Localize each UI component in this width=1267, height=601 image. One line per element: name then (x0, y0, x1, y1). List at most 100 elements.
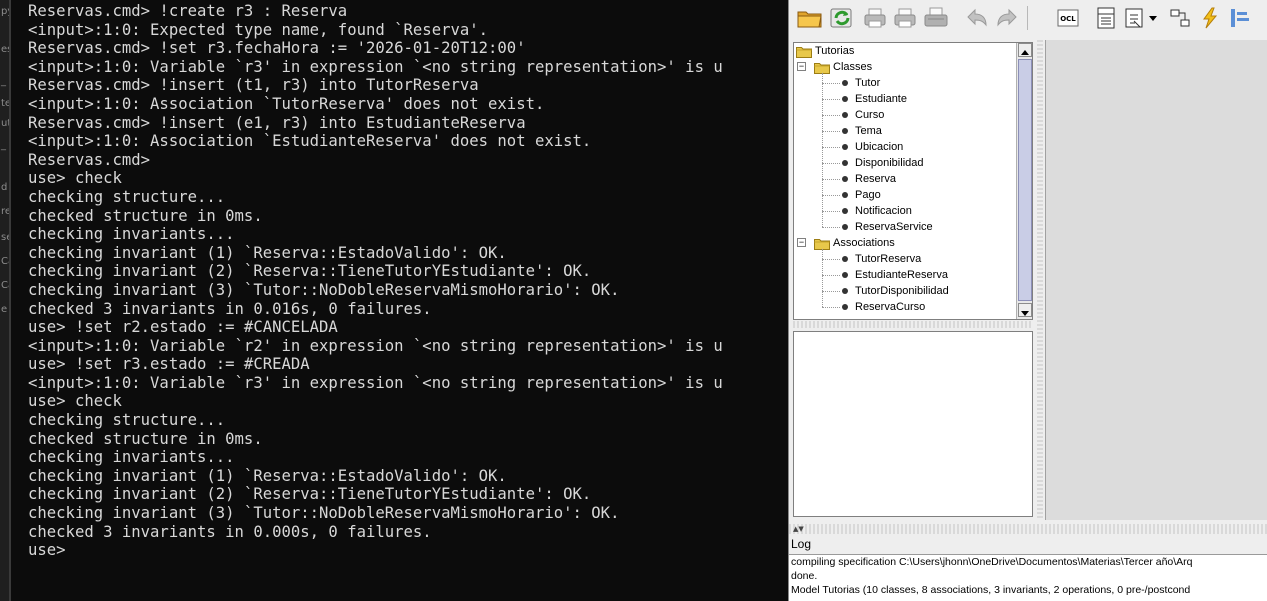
tree-item-label: Tutor (855, 77, 881, 89)
strip-fragment: e (1, 304, 8, 315)
tree-item[interactable]: Curso (842, 107, 884, 123)
terminal-line: checked structure in 0ms. (28, 206, 263, 225)
terminal-line: checked structure in 0ms. (28, 429, 263, 448)
tree-leaf-icon (842, 256, 848, 262)
collapse-toggle-icon[interactable]: − (797, 62, 806, 71)
tree-item[interactable]: TutorReserva (842, 251, 921, 267)
tree-connector (822, 179, 840, 180)
tree-connector (822, 259, 840, 260)
tree-leaf-icon (842, 224, 848, 230)
tree-leaf-icon (842, 160, 848, 166)
details-panel (793, 331, 1033, 517)
print-view-icon[interactable] (891, 4, 919, 32)
scroll-up-arrow[interactable] (1018, 43, 1032, 57)
terminal-line: Reservas.cmd> (28, 150, 151, 169)
tree-leaf-icon (842, 112, 848, 118)
redo-icon[interactable] (993, 4, 1021, 32)
class-diagram-icon[interactable] (1093, 4, 1119, 32)
tree-connector (822, 211, 840, 212)
terminal-line: <input>:1:0: Association `EstudianteRese… (28, 132, 592, 151)
tree-item[interactable]: TutorDisponibilidad (842, 283, 949, 299)
vertical-splitter[interactable] (1037, 40, 1043, 520)
open-folder-icon[interactable] (795, 4, 825, 32)
tree-connector (822, 131, 840, 132)
terminal-console[interactable]: Reservas.cmd> !create r3 : Reserva <input… (11, 0, 788, 601)
tree-item-label: Reserva (855, 173, 896, 185)
terminal-line: checked 3 invariants in 0.016s, 0 failur… (28, 299, 432, 318)
tree-connector (822, 99, 840, 100)
strip-fragment: d (1, 182, 8, 193)
tree-item-label: ReservaService (855, 221, 933, 233)
terminal-line: Reservas.cmd> !insert (e1, r3) into Estu… (28, 113, 526, 132)
tree-root[interactable]: Tutorias (796, 43, 854, 59)
tree-splitter[interactable] (793, 321, 1033, 328)
tree-item-label: TutorDisponibilidad (855, 285, 949, 297)
tree-root-label: Tutorias (815, 45, 855, 57)
terminal-line: checking invariant (1) `Reserva::EstadoV… (28, 243, 507, 262)
terminal-line: checking invariant (3) `Tutor::NoDobleRe… (28, 280, 620, 299)
tree-item[interactable]: Notificacion (842, 203, 912, 219)
tree-connector (822, 227, 840, 228)
tree-section-label: Classes (833, 61, 873, 73)
terminal-line: checking structure... (28, 187, 226, 206)
tree-leaf-icon (842, 96, 848, 102)
terminal-line: <input>:1:0: Variable `r3' in expression… (28, 57, 723, 76)
tree-item-label: Notificacion (855, 205, 912, 217)
log-splitter[interactable]: ▲▼ (789, 524, 1267, 534)
tree-item-label: Estudiante (855, 93, 907, 105)
model-browser-tree[interactable]: Tutorias − Classes Tutor Estudiante Curso Tema… (793, 42, 1033, 320)
tree-item[interactable]: Estudiante (842, 91, 907, 107)
toolbar: OCL (789, 0, 1267, 36)
object-diagram-icon[interactable] (1123, 4, 1161, 32)
tree-item[interactable]: Tema (842, 123, 882, 139)
tree-item-label: Pago (855, 189, 881, 201)
terminal-line: <input>:1:0: Variable `r2' in expression… (28, 336, 723, 355)
log-line: compiling specification C:\Users\jhonn\O… (791, 556, 1193, 568)
reload-icon[interactable] (827, 4, 857, 32)
tree-item[interactable]: Disponibilidad (842, 155, 924, 171)
tree-item[interactable]: EstudianteReserva (842, 267, 948, 283)
scroll-down-arrow[interactable] (1018, 303, 1032, 317)
communication-diagram-icon[interactable] (1227, 4, 1253, 32)
tree-item[interactable]: Ubicacion (842, 139, 903, 155)
terminal-line: use> !set r2.estado := #CANCELADA (28, 318, 338, 337)
diagram-area (1045, 40, 1267, 520)
tree-item[interactable]: ReservaCurso (842, 299, 925, 315)
tree-connector (822, 73, 823, 227)
tree-connector (822, 83, 840, 84)
terminal-line: use> check (28, 392, 122, 411)
tree-section-associations[interactable]: Associations (814, 235, 895, 251)
terminal-line: Reservas.cmd> !create r3 : Reserva (28, 2, 348, 20)
tree-item-label: Disponibilidad (855, 157, 924, 169)
terminal-line: checking invariants... (28, 448, 235, 467)
terminal-line: checking structure... (28, 411, 226, 430)
tree-leaf-icon (842, 192, 848, 198)
tree-item[interactable]: Tutor (842, 75, 880, 91)
terminal-line: checking invariant (2) `Reserva::TieneTu… (28, 262, 592, 281)
tree-scrollbar[interactable] (1016, 43, 1032, 319)
tree-connector (822, 115, 840, 116)
use-gui-window: OCL Tutorias − Classes Tutor Estudiante Curso… (788, 0, 1267, 601)
print-alt-icon[interactable] (921, 4, 951, 32)
tree-item[interactable]: ReservaService (842, 219, 933, 235)
tree-section-label: Associations (833, 237, 895, 249)
tree-item[interactable]: Reserva (842, 171, 896, 187)
terminal-line: use> !set r3.estado := #CREADA (28, 355, 310, 374)
print-icon[interactable] (861, 4, 889, 32)
tree-item-label: ReservaCurso (855, 301, 926, 313)
terminal-line: Reservas.cmd> !set r3.fechaHora := '2026… (28, 39, 526, 58)
sequence-diagram-icon[interactable] (1167, 4, 1193, 32)
tree-connector (822, 291, 840, 292)
tree-leaf-icon (842, 176, 848, 182)
undo-icon[interactable] (963, 4, 991, 32)
adjacent-window-strip: pyes_teut_dreseCaCae (0, 0, 11, 601)
ocl-icon[interactable]: OCL (1055, 4, 1081, 32)
collapse-toggle-icon[interactable]: − (797, 238, 806, 247)
terminal-line: use> (28, 541, 66, 560)
scroll-thumb[interactable] (1018, 59, 1032, 301)
tree-item[interactable]: Pago (842, 187, 881, 203)
splitter-arrows-icon[interactable]: ▲▼ (793, 525, 804, 533)
log-line: Model Tutorias (10 classes, 8 associatio… (791, 584, 1191, 596)
bolt-icon[interactable] (1197, 4, 1223, 32)
ocl-label: OCL (1060, 15, 1076, 23)
